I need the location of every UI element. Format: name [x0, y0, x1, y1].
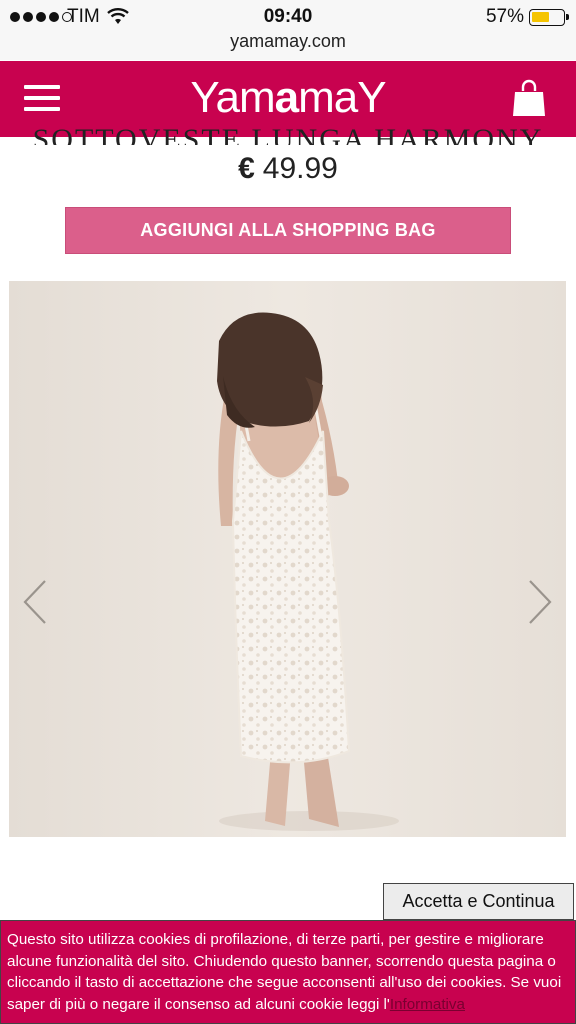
cookie-message: Questo sito utilizza cookies di profilaz… — [7, 931, 562, 1013]
cookie-policy-link[interactable]: Informativa — [390, 996, 465, 1013]
accept-cookies-button[interactable]: Accetta e Continua — [383, 883, 574, 920]
product-price: €49.99 — [0, 152, 576, 186]
chevron-left-icon[interactable] — [21, 579, 51, 625]
battery-percent: 57% — [485, 6, 524, 27]
cookie-text: Questo sito utilizza cookies di profilaz… — [7, 929, 569, 1015]
product-title: SOTTOVESTE LUNGA HARMONY — [32, 123, 544, 145]
product-photo — [9, 281, 566, 837]
price-currency: € — [238, 152, 255, 185]
product-title-wrapper: SOTTOVESTE LUNGA HARMONY — [0, 113, 576, 145]
price-value: 49.99 — [262, 152, 338, 185]
cookie-banner: Questo sito utilizza cookies di profilaz… — [0, 920, 576, 1024]
chevron-right-icon[interactable] — [524, 579, 554, 625]
status-bar: TIM 09:40 57% yamamay.com — [0, 0, 576, 60]
address-bar-url[interactable]: yamamay.com — [0, 31, 576, 52]
product-gallery[interactable] — [9, 281, 566, 837]
add-to-bag-button[interactable]: AGGIUNGI ALLA SHOPPING BAG — [65, 207, 511, 254]
shopping-bag-icon[interactable] — [512, 79, 546, 117]
battery-icon — [529, 9, 569, 26]
